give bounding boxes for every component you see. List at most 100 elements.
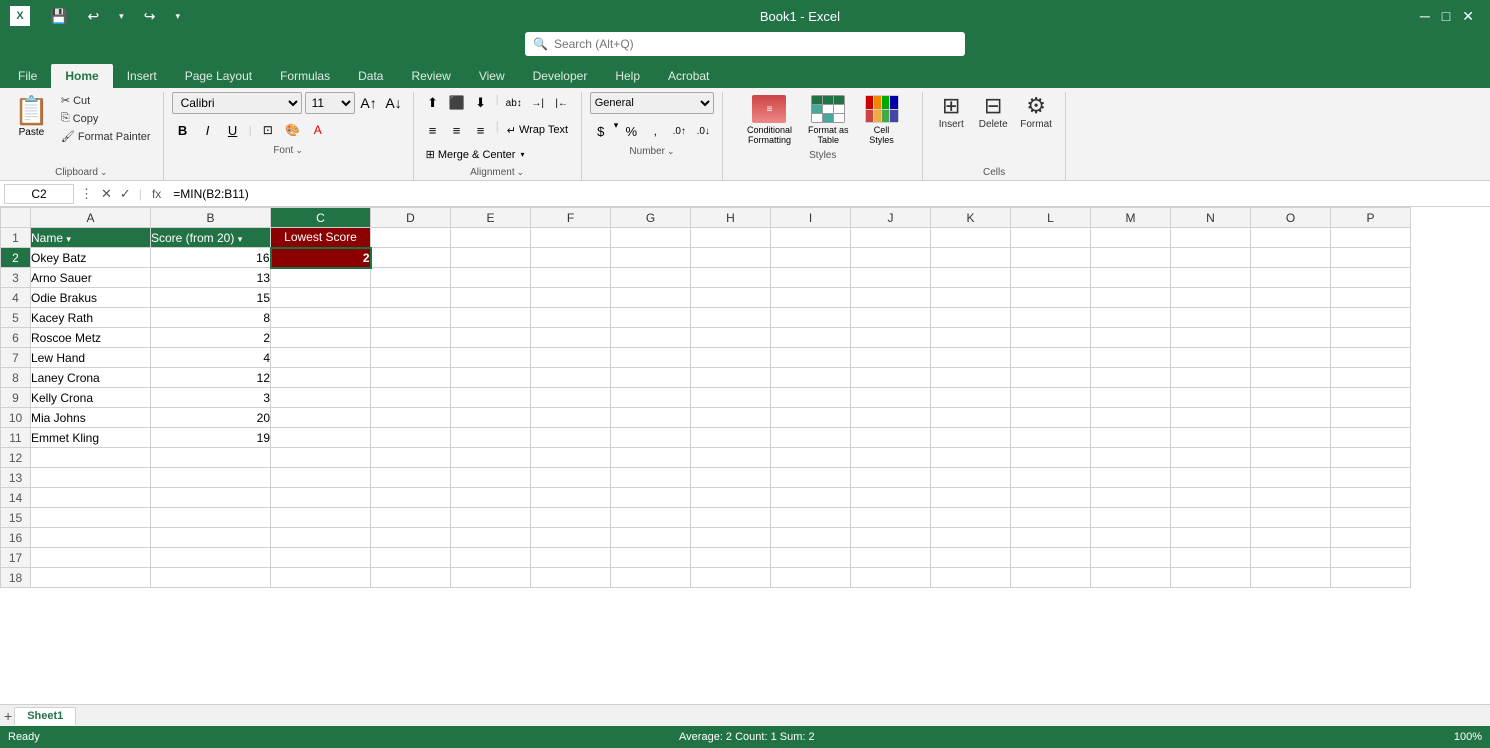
currency-dropdown[interactable]: ▾	[614, 120, 619, 142]
confirm-formula-button[interactable]: ✓	[118, 186, 133, 202]
cell-L6[interactable]	[1011, 328, 1091, 348]
undo-dropdown[interactable]: ▾	[113, 7, 130, 26]
cell-P14[interactable]	[1331, 488, 1411, 508]
cell-G9[interactable]	[611, 388, 691, 408]
cell-F9[interactable]	[531, 388, 611, 408]
cell-F10[interactable]	[531, 408, 611, 428]
cell-F11[interactable]	[531, 428, 611, 448]
cell-C9[interactable]	[271, 388, 371, 408]
cell-M16[interactable]	[1091, 528, 1171, 548]
cell-N16[interactable]	[1171, 528, 1251, 548]
cell-E16[interactable]	[451, 528, 531, 548]
cell-J8[interactable]	[851, 368, 931, 388]
cell-I18[interactable]	[771, 568, 851, 588]
row-num-9[interactable]: 9	[1, 388, 31, 408]
cell-C16[interactable]	[271, 528, 371, 548]
cell-P15[interactable]	[1331, 508, 1411, 528]
tab-help[interactable]: Help	[601, 64, 654, 88]
cell-B8[interactable]: 12	[151, 368, 271, 388]
cell-C1[interactable]: Lowest Score	[271, 228, 371, 248]
cell-H18[interactable]	[691, 568, 771, 588]
cell-I5[interactable]	[771, 308, 851, 328]
formula-input[interactable]	[169, 187, 1486, 201]
increase-font-button[interactable]: A↑	[358, 92, 380, 114]
row-num-17[interactable]: 17	[1, 548, 31, 568]
cell-O1[interactable]	[1251, 228, 1331, 248]
cell-A1[interactable]: Name ▾	[31, 228, 151, 248]
cell-K15[interactable]	[931, 508, 1011, 528]
cell-O6[interactable]	[1251, 328, 1331, 348]
cell-J14[interactable]	[851, 488, 931, 508]
cell-N17[interactable]	[1171, 548, 1251, 568]
cell-G8[interactable]	[611, 368, 691, 388]
cell-O11[interactable]	[1251, 428, 1331, 448]
cell-J10[interactable]	[851, 408, 931, 428]
cell-K3[interactable]	[931, 268, 1011, 288]
cell-P4[interactable]	[1331, 288, 1411, 308]
tab-formulas[interactable]: Formulas	[266, 64, 344, 88]
cell-G7[interactable]	[611, 348, 691, 368]
cell-B17[interactable]	[151, 548, 271, 568]
cell-F6[interactable]	[531, 328, 611, 348]
cell-I2[interactable]	[771, 248, 851, 268]
cell-H2[interactable]	[691, 248, 771, 268]
cell-O18[interactable]	[1251, 568, 1331, 588]
cell-J6[interactable]	[851, 328, 931, 348]
col-header-H[interactable]: H	[691, 208, 771, 228]
cell-A12[interactable]	[31, 448, 151, 468]
cell-P9[interactable]	[1331, 388, 1411, 408]
row-num-7[interactable]: 7	[1, 348, 31, 368]
cell-M2[interactable]	[1091, 248, 1171, 268]
cell-E10[interactable]	[451, 408, 531, 428]
cell-M13[interactable]	[1091, 468, 1171, 488]
cell-G15[interactable]	[611, 508, 691, 528]
col-header-M[interactable]: M	[1091, 208, 1171, 228]
name-box[interactable]	[4, 184, 74, 204]
tab-home[interactable]: Home	[51, 64, 112, 88]
cell-M15[interactable]	[1091, 508, 1171, 528]
col-header-J[interactable]: J	[851, 208, 931, 228]
cell-P2[interactable]	[1331, 248, 1411, 268]
cell-C7[interactable]	[271, 348, 371, 368]
cell-M4[interactable]	[1091, 288, 1171, 308]
cell-I12[interactable]	[771, 448, 851, 468]
cell-N13[interactable]	[1171, 468, 1251, 488]
cell-I15[interactable]	[771, 508, 851, 528]
cell-D15[interactable]	[371, 508, 451, 528]
cell-E8[interactable]	[451, 368, 531, 388]
row-num-16[interactable]: 16	[1, 528, 31, 548]
cell-J7[interactable]	[851, 348, 931, 368]
cell-C15[interactable]	[271, 508, 371, 528]
cell-D11[interactable]	[371, 428, 451, 448]
cell-F12[interactable]	[531, 448, 611, 468]
cell-M11[interactable]	[1091, 428, 1171, 448]
cell-N5[interactable]	[1171, 308, 1251, 328]
font-size-select[interactable]: 11	[305, 92, 355, 114]
cell-A13[interactable]	[31, 468, 151, 488]
row-num-8[interactable]: 8	[1, 368, 31, 388]
cell-J12[interactable]	[851, 448, 931, 468]
italic-button[interactable]: I	[197, 119, 219, 141]
cell-F17[interactable]	[531, 548, 611, 568]
cell-O4[interactable]	[1251, 288, 1331, 308]
cell-J4[interactable]	[851, 288, 931, 308]
cell-N12[interactable]	[1171, 448, 1251, 468]
cell-P11[interactable]	[1331, 428, 1411, 448]
cell-L1[interactable]	[1011, 228, 1091, 248]
col-header-L[interactable]: L	[1011, 208, 1091, 228]
cell-G18[interactable]	[611, 568, 691, 588]
font-expander[interactable]: ⌄	[295, 145, 303, 156]
format-painter-button[interactable]: 🖌 Format Painter	[57, 128, 155, 145]
cell-L7[interactable]	[1011, 348, 1091, 368]
col-header-B[interactable]: B	[151, 208, 271, 228]
cell-E18[interactable]	[451, 568, 531, 588]
cell-D16[interactable]	[371, 528, 451, 548]
cell-C11[interactable]	[271, 428, 371, 448]
paste-button[interactable]: 📋 Paste	[8, 92, 55, 145]
cell-C14[interactable]	[271, 488, 371, 508]
cell-G2[interactable]	[611, 248, 691, 268]
cell-K10[interactable]	[931, 408, 1011, 428]
cell-I4[interactable]	[771, 288, 851, 308]
cell-D5[interactable]	[371, 308, 451, 328]
row-num-2[interactable]: 2	[1, 248, 31, 268]
